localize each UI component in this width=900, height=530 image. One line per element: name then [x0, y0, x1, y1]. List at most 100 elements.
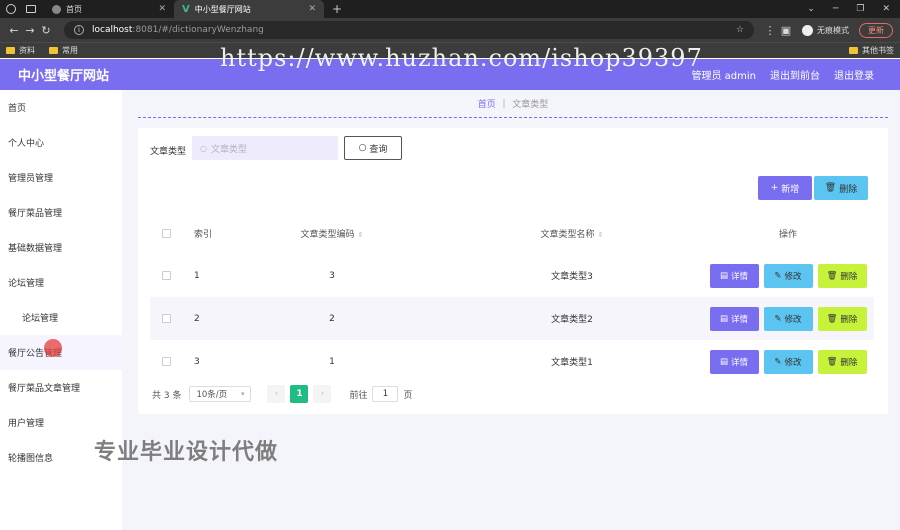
delete-button-label: 删除 [839, 184, 858, 195]
page-size-select[interactable]: 10条/页 ▾ [189, 386, 252, 402]
sort-icon[interactable]: ⇕ [598, 231, 604, 239]
sidebar-item-profile[interactable]: 个人中心 [0, 125, 122, 160]
browser-tab-label: 首页 [66, 4, 82, 14]
other-bookmarks[interactable]: 其他书签 [849, 45, 894, 56]
sidebar-item-admin[interactable]: 管理员管理 [0, 160, 122, 195]
incognito-indicator: 无痕模式 [802, 24, 849, 36]
header-name-cell[interactable]: 文章类型名称 ⇕ [442, 227, 702, 240]
app-header: 中小型餐厅网站 管理员 admin 退出到前台 退出登录 [0, 59, 900, 90]
update-button[interactable]: 更新 [859, 22, 893, 38]
header-code-cell[interactable]: 文章类型编码 ⇕ [222, 227, 442, 240]
info-icon[interactable]: i [74, 25, 84, 35]
sidebar-item-carousel[interactable]: 轮播图信息 [0, 440, 122, 475]
bookmark-folder[interactable]: 常用 [49, 45, 78, 56]
detail-button[interactable]: ▤ 详情 [709, 349, 759, 374]
row-checkbox[interactable] [161, 357, 171, 366]
browser-menu-icon[interactable] [6, 4, 16, 14]
goto-page-input[interactable]: 1 [372, 386, 399, 402]
edit-label: 修改 [784, 314, 802, 325]
row-checkbox[interactable] [161, 314, 171, 323]
browser-tab-home[interactable]: 首页 ✕ [44, 0, 174, 18]
window-controls: ⌄ ─ ❐ ✕ [807, 4, 900, 14]
mouse-cursor-highlight [44, 339, 62, 357]
sidebar-item-dishes[interactable]: 餐厅菜品管理 [0, 195, 122, 230]
edit-button[interactable]: ✎ 修改 [763, 263, 813, 288]
cell-code: 1 [329, 356, 335, 367]
star-icon[interactable]: ☆ [736, 25, 744, 35]
new-tab-button[interactable]: + [332, 2, 342, 16]
detail-button[interactable]: ▤ 详情 [709, 306, 759, 331]
table-row: 1 3 文章类型3 ▤ 详情 ✎ 修改 🗑 删除 [150, 254, 874, 297]
vue-logo-icon: V [182, 3, 190, 15]
restore-icon[interactable]: ❐ [856, 4, 864, 14]
document-icon: ▤ [719, 313, 728, 324]
bookmarks-bar: 资料 常用 其他书签 [0, 42, 900, 58]
sort-icon[interactable]: ⇕ [358, 231, 364, 239]
sidebar-item-users[interactable]: 用户管理 [0, 405, 122, 440]
goto-prefix: 前往 [349, 390, 368, 401]
bookmark-folder[interactable]: 资料 [6, 45, 35, 56]
content-panel: 文章类型 ○ 文章类型 ○ 查询 + 新增 🗑 删除 索引 文章类型编码 ⇕ 文… [138, 128, 888, 414]
detail-button[interactable]: ▤ 详情 [709, 263, 759, 288]
close-tab-icon[interactable]: ✕ [300, 4, 316, 14]
minimize-icon[interactable]: ─ [833, 4, 838, 14]
row-checkbox[interactable] [161, 271, 171, 280]
reload-icon[interactable]: ↻ [38, 24, 54, 37]
detail-label: 详情 [731, 357, 749, 368]
sidebar-item-notices[interactable]: 餐厅公告管理 [0, 335, 122, 370]
add-button[interactable]: + 新增 [758, 176, 812, 200]
folder-icon [6, 47, 15, 54]
edit-label: 修改 [784, 271, 802, 282]
delete-button[interactable]: 🗑 删除 [817, 263, 867, 288]
edit-label: 修改 [784, 357, 802, 368]
back-to-front-link[interactable]: 退出到前台 [770, 67, 820, 82]
trash-icon: 🗑 [826, 313, 838, 324]
document-icon: ▤ [719, 270, 728, 281]
pagination: 共 3 条 10条/页 ▾ ‹ 1 › 前往 1 页 [152, 385, 412, 403]
pencil-icon: ✎ [774, 270, 782, 281]
folder-icon [849, 47, 858, 54]
tab-overview-icon[interactable] [26, 5, 36, 13]
detail-label: 详情 [731, 271, 749, 282]
logout-link[interactable]: 退出登录 [834, 67, 874, 82]
forward-arrow-icon[interactable]: → [22, 24, 38, 37]
edit-button[interactable]: ✎ 修改 [763, 349, 813, 374]
browser-tab-label: 中小型餐厅网站 [194, 4, 251, 14]
page-number-active[interactable]: 1 [290, 385, 309, 403]
trash-icon: 🗑 [826, 270, 838, 281]
select-all-checkbox[interactable] [161, 228, 171, 238]
sidebar-item-basic-data[interactable]: 基础数据管理 [0, 230, 122, 265]
prev-page-button[interactable]: ‹ [267, 385, 286, 403]
next-page-button[interactable]: › [313, 385, 332, 403]
bookmark-label: 常用 [62, 46, 78, 55]
search-input[interactable]: ○ 文章类型 [192, 136, 338, 160]
batch-delete-button[interactable]: 🗑 删除 [814, 176, 868, 200]
sidebar-item-forum[interactable]: 论坛管理 [0, 265, 122, 300]
back-arrow-icon[interactable]: ← [6, 24, 22, 37]
sidebar-toggle-icon[interactable]: ▣ [778, 24, 794, 37]
edit-button[interactable]: ✎ 修改 [763, 306, 813, 331]
breadcrumb-home[interactable]: 首页 [478, 97, 496, 110]
close-window-icon[interactable]: ✕ [882, 4, 890, 14]
search-label: 文章类型 [150, 147, 187, 157]
query-button[interactable]: ○ 查询 [344, 136, 402, 160]
browser-tab-active[interactable]: V 中小型餐厅网站 ✕ [174, 0, 324, 18]
delete-button[interactable]: 🗑 删除 [817, 306, 867, 331]
delete-button[interactable]: 🗑 删除 [817, 349, 867, 374]
menu-dots-icon[interactable]: ⋮ [762, 24, 778, 37]
sidebar-item-home[interactable]: 首页 [0, 90, 122, 125]
add-button-label: 新增 [781, 184, 800, 195]
bookmark-label: 其他书签 [862, 46, 894, 55]
pencil-icon: ✎ [774, 313, 782, 324]
chevron-down-icon[interactable]: ⌄ [807, 4, 815, 14]
close-tab-icon[interactable]: ✕ [150, 4, 166, 14]
sidebar-subitem-forum[interactable]: 论坛管理 [0, 300, 122, 335]
search-icon: ○ [358, 143, 367, 153]
chevron-down-icon: ▾ [240, 390, 245, 398]
address-bar[interactable]: i localhost :8081/#/dictionaryWenzhang ☆ [64, 21, 754, 39]
sidebar-item-dish-articles[interactable]: 餐厅菜品文章管理 [0, 370, 122, 405]
header-ops: 操作 [778, 229, 797, 240]
header-index: 索引 [194, 229, 213, 240]
search-placeholder: 文章类型 [210, 144, 247, 155]
incognito-label: 无痕模式 [817, 25, 849, 35]
